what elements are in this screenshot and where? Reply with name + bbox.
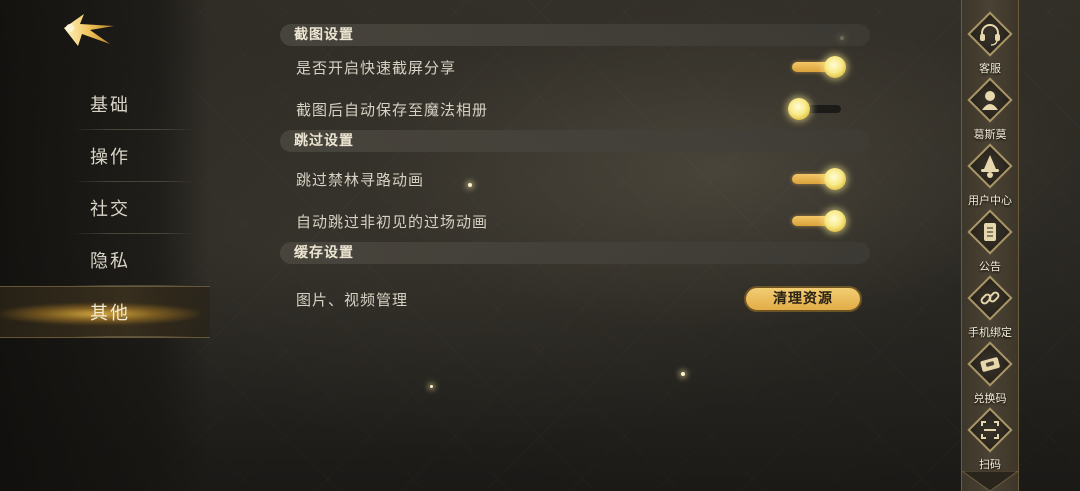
rail-item-label: 公告 (979, 260, 1001, 273)
setting-row-forest-anim: 跳过禁林寻路动画 (280, 158, 870, 200)
clean-resources-button[interactable]: 清理资源 (744, 286, 862, 312)
settings-screen: 基础 操作 社交 隐私 其他 截图设置 是否开启快速截屏分享 截图后自动保存至魔… (0, 0, 1080, 491)
setting-label: 是否开启快速截屏分享 (296, 58, 457, 77)
nav-item-label: 操作 (90, 147, 130, 168)
rail-item-character[interactable]: 葛斯莫 (962, 77, 1018, 146)
section-header-screenshot: 截图设置 (280, 24, 870, 46)
toggle-knob (824, 210, 846, 232)
back-button[interactable] (60, 10, 118, 50)
nav-item-privacy[interactable]: 隐私 (0, 234, 210, 286)
section-header-skip: 跳过设置 (280, 130, 870, 152)
toggle-knob (824, 56, 846, 78)
toggle-auto-save[interactable] (788, 98, 846, 120)
character-icon (982, 91, 998, 110)
toggle-cutscene-anim[interactable] (788, 210, 846, 232)
setting-row-auto-save: 截图后自动保存至魔法相册 (280, 88, 870, 130)
setting-label: 截图后自动保存至魔法相册 (296, 100, 489, 119)
toggle-forest-anim[interactable] (788, 168, 846, 190)
nav-item-label: 基础 (90, 95, 130, 116)
sparkle (681, 372, 685, 376)
rail-item-label: 客服 (979, 62, 1001, 75)
nav-item-controls[interactable]: 操作 (0, 130, 210, 182)
nav-item-label: 隐私 (90, 251, 130, 272)
setting-label: 跳过禁林寻路动画 (296, 170, 425, 189)
rail-item-label: 葛斯莫 (973, 128, 1007, 141)
settings-sidebar: 基础 操作 社交 隐私 其他 (0, 0, 210, 491)
rail-item-support[interactable]: 客服 (962, 11, 1018, 80)
scan-icon (981, 421, 999, 439)
rail-item-label: 兑换码 (973, 392, 1007, 405)
rail-item-user-center[interactable]: 用户中心 (962, 143, 1018, 212)
rail-item-label: 用户中心 (968, 194, 1012, 207)
headset-icon (980, 24, 1000, 46)
rail-item-redeem-code[interactable]: 兑换码 (962, 341, 1018, 410)
nav-item-other[interactable]: 其他 (0, 286, 210, 338)
scroll-icon (984, 223, 996, 241)
setting-label: 自动跳过非初见的过场动画 (296, 212, 489, 231)
rail-item-label: 手机绑定 (968, 326, 1012, 339)
nav-item-label: 其他 (90, 303, 130, 324)
rail-end-ornament (962, 471, 1018, 491)
right-rail: 客服 葛斯莫 用户中心 公告 手机绑定 兑换码 扫码 (961, 0, 1019, 491)
settings-content: 截图设置 是否开启快速截屏分享 截图后自动保存至魔法相册 跳过设置 跳过禁林寻路… (280, 24, 870, 320)
rail-item-announcement[interactable]: 公告 (962, 209, 1018, 278)
setting-row-quick-share: 是否开启快速截屏分享 (280, 46, 870, 88)
nav-item-social[interactable]: 社交 (0, 182, 210, 234)
settings-nav: 基础 操作 社交 隐私 其他 (0, 78, 210, 338)
setting-label: 图片、视频管理 (296, 290, 409, 309)
toggle-quick-share[interactable] (788, 56, 846, 78)
nav-item-basic[interactable]: 基础 (0, 78, 210, 130)
rail-item-label: 扫码 (979, 458, 1001, 471)
ticket-icon (980, 357, 1000, 372)
nav-item-label: 社交 (90, 199, 130, 220)
rail-item-scan[interactable]: 扫码 (962, 407, 1018, 476)
section-header-cache: 缓存设置 (280, 242, 870, 264)
sparkle (430, 385, 433, 388)
wizard-hat-icon (981, 155, 999, 178)
toggle-knob (788, 98, 810, 120)
link-icon (980, 291, 1000, 305)
setting-row-cutscene-anim: 自动跳过非初见的过场动画 (280, 200, 870, 242)
toggle-knob (824, 168, 846, 190)
back-arrow-icon (64, 14, 114, 46)
rail-item-phone-binding[interactable]: 手机绑定 (962, 275, 1018, 344)
setting-row-media: 图片、视频管理 清理资源 (280, 278, 870, 320)
